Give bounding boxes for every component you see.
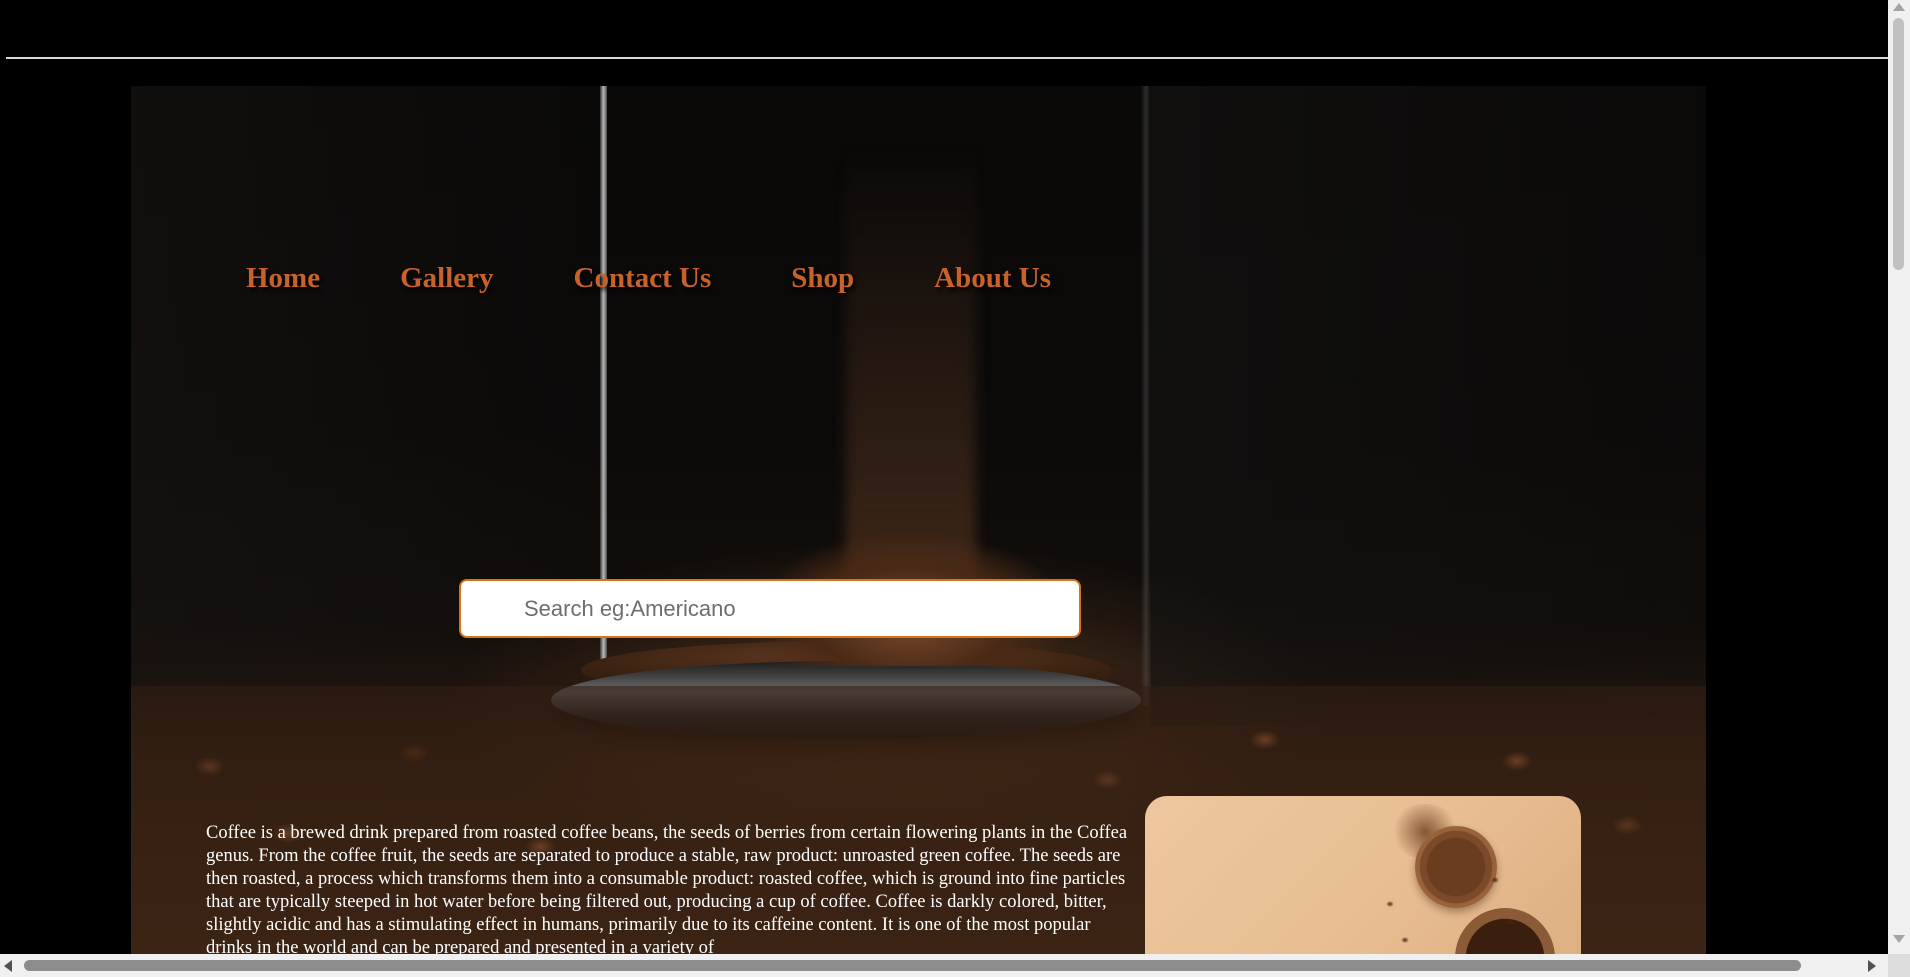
scroll-down-arrow-icon[interactable] (1893, 935, 1905, 943)
scrollbar-corner (1888, 954, 1910, 977)
nav-about-us-link[interactable]: About Us (934, 262, 1051, 295)
header-divider (6, 57, 1888, 59)
nav-contact-us-link[interactable]: Contact Us (574, 262, 712, 295)
scroll-up-arrow-icon[interactable] (1893, 3, 1905, 11)
vertical-scroll-thumb[interactable] (1893, 18, 1904, 270)
horizontal-scroll-thumb[interactable] (24, 960, 1801, 971)
nav-gallery-link[interactable]: Gallery (400, 262, 493, 295)
scroll-right-arrow-icon[interactable] (1868, 960, 1876, 972)
horizontal-scrollbar[interactable] (0, 954, 1888, 977)
nav-home-link[interactable]: Home (246, 262, 320, 295)
search-box (459, 579, 1081, 638)
hero-coffee-stream (846, 146, 976, 576)
main-nav: Home Gallery Contact Us Shop About Us (246, 262, 1131, 295)
vertical-scrollbar[interactable] (1888, 0, 1910, 977)
coffee-intro-paragraph: Coffee is a brewed drink prepared from r… (206, 823, 1128, 958)
hero-glass-pane-right (1151, 86, 1706, 726)
scroll-left-arrow-icon[interactable] (4, 960, 12, 972)
search-input[interactable] (461, 581, 1079, 636)
coffee-bowls-image (1145, 796, 1581, 976)
hero-glass-edge (1141, 86, 1151, 706)
nav-shop-link[interactable]: Shop (791, 262, 854, 295)
